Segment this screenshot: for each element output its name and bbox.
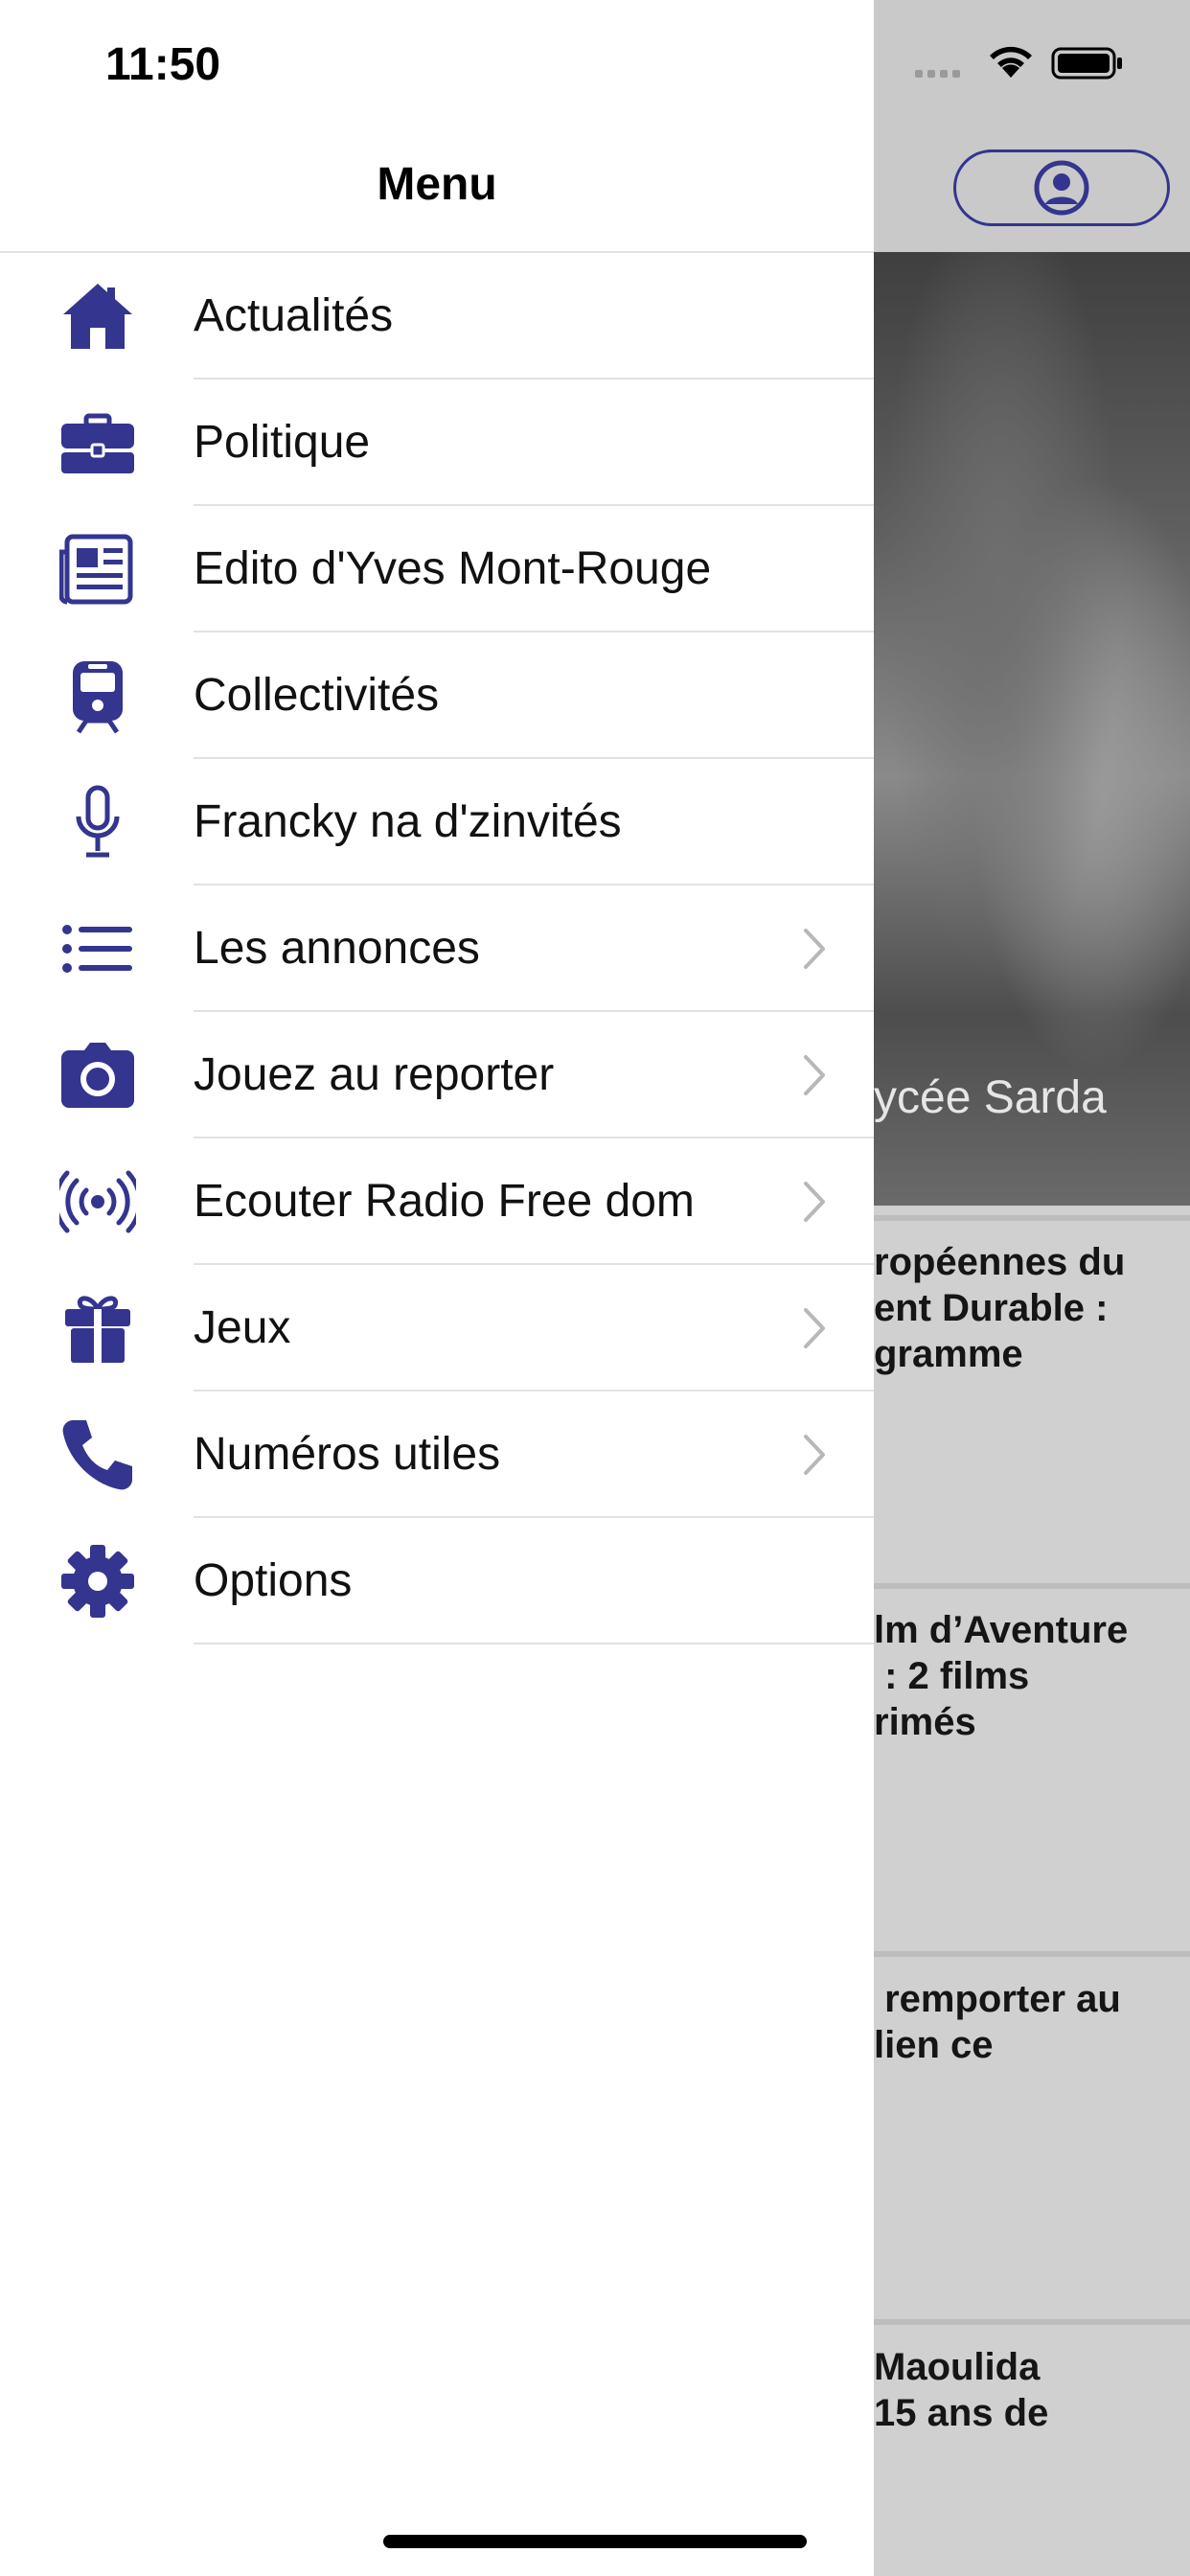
microphone-icon — [59, 784, 136, 861]
chevron-right-icon — [804, 1308, 825, 1348]
broadcast-icon — [59, 1163, 136, 1240]
wifi-icon — [990, 46, 1032, 78]
menu-item-annonces[interactable]: Les annonces — [0, 886, 874, 1012]
gift-icon — [59, 1290, 136, 1367]
menu-item-actualites[interactable]: Actualités — [0, 253, 874, 380]
profile-button[interactable] — [953, 150, 1170, 226]
menu-item-label: Les annonces — [194, 923, 480, 974]
menu-item-francky[interactable]: Francky na d'zinvités — [0, 759, 874, 886]
user-avatar-icon — [1034, 160, 1089, 216]
list-icon — [59, 910, 136, 987]
menu-item-label: Francky na d'zinvités — [194, 796, 622, 847]
side-menu-drawer: 11:50 Menu Actualités Politique Edito d'… — [0, 0, 874, 2576]
camera-icon — [59, 1037, 136, 1114]
chevron-right-icon — [804, 1182, 825, 1222]
menu-item-label: Jeux — [194, 1302, 291, 1353]
home-indicator — [383, 2535, 807, 2548]
menu-item-jeux[interactable]: Jeux — [0, 1265, 874, 1392]
article-title[interactable]: remporter au lien ce — [874, 1976, 1121, 2068]
menu-item-label: Politique — [194, 417, 371, 468]
article-title[interactable]: Maoulida 15 ans de — [874, 2344, 1048, 2436]
chevron-right-icon — [804, 1055, 825, 1095]
menu-item-label: Collectivités — [194, 670, 440, 721]
menu-item-options[interactable]: Options — [0, 1518, 874, 1644]
briefcase-icon — [59, 404, 136, 481]
article-separator — [874, 2319, 1190, 2325]
article-separator — [874, 1583, 1190, 1589]
menu-item-edito[interactable]: Edito d'Yves Mont-Rouge — [0, 506, 874, 632]
article-title[interactable]: ropéennes du ent Durable : gramme — [874, 1239, 1125, 1377]
menu-item-label: Ecouter Radio Free dom — [194, 1176, 695, 1227]
menu-item-collectivites[interactable]: Collectivités — [0, 632, 874, 759]
status-bar-icons — [915, 43, 1135, 86]
newspaper-icon — [59, 531, 136, 608]
menu-title: Menu — [377, 159, 497, 210]
menu-item-label: Numéros utiles — [194, 1429, 501, 1480]
article-separator — [874, 1215, 1190, 1221]
menu-item-jouez-au-reporter[interactable]: Jouez au reporter — [0, 1012, 874, 1138]
gear-icon — [59, 1543, 136, 1620]
hero-image[interactable] — [874, 252, 1190, 1206]
cellular-signal-icon — [915, 70, 960, 78]
phone-icon — [59, 1416, 136, 1493]
status-time: 11:50 — [105, 39, 221, 90]
hero-caption: ycée Sarda — [874, 1072, 1107, 1123]
menu-item-politique[interactable]: Politique — [0, 380, 874, 506]
divider — [194, 1643, 874, 1644]
article-title[interactable]: lm d’Aventure : 2 films rimés — [874, 1607, 1128, 1745]
menu-item-label: Actualités — [194, 290, 394, 341]
article-separator — [874, 1951, 1190, 1957]
chevron-right-icon — [804, 1435, 825, 1475]
battery-icon — [1051, 47, 1122, 80]
home-icon — [59, 278, 136, 355]
menu-item-label: Jouez au reporter — [194, 1049, 555, 1100]
menu-item-radio[interactable]: Ecouter Radio Free dom — [0, 1138, 874, 1265]
menu-item-label: Edito d'Yves Mont-Rouge — [194, 543, 712, 594]
menu-item-label: Options — [194, 1555, 353, 1606]
chevron-right-icon — [804, 929, 825, 969]
menu-item-numeros-utiles[interactable]: Numéros utiles — [0, 1392, 874, 1518]
train-icon — [59, 657, 136, 734]
